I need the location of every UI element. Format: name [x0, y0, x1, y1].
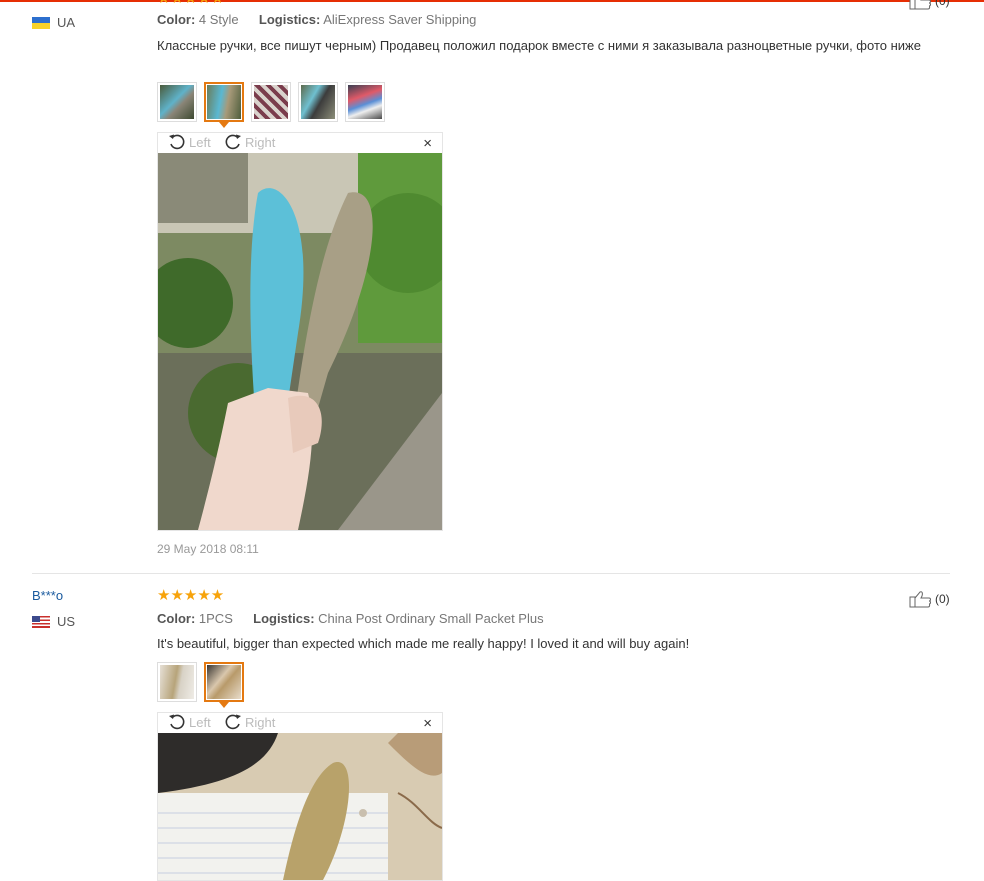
review-photo-image: [158, 153, 442, 530]
rotate-left-button[interactable]: Left: [168, 713, 211, 731]
country-code: US: [57, 614, 76, 629]
logistics-value: China Post Ordinary Small Packet Plus: [318, 611, 544, 626]
photo-thumbnail[interactable]: [157, 82, 197, 122]
review-text: It's beautiful, bigger than expected whi…: [157, 636, 690, 651]
photo-thumbnail[interactable]: [251, 82, 291, 122]
like-button[interactable]: (0): [909, 0, 950, 10]
photo-viewer-toolbar: Left Right ×: [158, 133, 442, 153]
photo-thumbnail[interactable]: [345, 82, 385, 122]
color-value: 1PCS: [198, 611, 233, 626]
rotate-left-icon: [169, 714, 185, 730]
rotate-right-label: Right: [245, 714, 276, 730]
rotate-left-icon: [169, 134, 185, 150]
like-count: (0): [935, 0, 950, 8]
like-count: (0): [935, 592, 950, 606]
review-item: B***o US ★★★★★ Color: 1PCS Logistics: Ch…: [0, 574, 984, 881]
rotate-left-label: Left: [189, 134, 211, 150]
reviewer-country: UA: [32, 15, 75, 30]
close-viewer-button[interactable]: ×: [423, 716, 432, 731]
close-viewer-button[interactable]: ×: [423, 136, 432, 151]
photo-viewer-toolbar: Left Right ×: [158, 713, 442, 733]
star-rating: ★★★★★: [157, 0, 224, 6]
logistics-value: AliExpress Saver Shipping: [323, 12, 477, 27]
review-text: Классные ручки, все пишут черным) Продав…: [157, 38, 921, 53]
photo-viewer: Left Right ×: [157, 132, 443, 531]
usa-flag-icon: [32, 615, 50, 628]
rotate-right-button[interactable]: Right: [224, 713, 275, 731]
review-date: 29 May 2018 08:11: [157, 542, 259, 556]
like-button[interactable]: (0): [909, 590, 950, 608]
rotate-left-label: Left: [189, 714, 211, 730]
color-value: 4 Style: [198, 12, 239, 27]
color-label: Color:: [157, 12, 196, 27]
photo-thumbnail-selected[interactable]: [204, 662, 244, 708]
review-photo-image: [158, 733, 442, 880]
rotate-right-icon: [225, 134, 241, 150]
thumbs-up-icon: [909, 0, 931, 10]
photo-viewer: Left Right ×: [157, 712, 443, 881]
rotate-left-button[interactable]: Left: [168, 133, 211, 151]
rotate-right-button[interactable]: Right: [224, 133, 275, 151]
country-code: UA: [57, 15, 76, 30]
photo-thumbnails: [157, 82, 392, 128]
order-info: Color: 1PCS Logistics: China Post Ordina…: [157, 611, 544, 626]
ukraine-flag-icon: [32, 16, 50, 29]
thumbs-up-icon: [909, 591, 931, 608]
reviewer-country: US: [32, 614, 75, 629]
rotate-right-label: Right: [245, 134, 276, 150]
review-photo: [158, 153, 442, 530]
photo-thumbnail-selected[interactable]: [204, 82, 244, 128]
review-item: UA ★★★★★ Color: 4 Style Logistics: AliEx…: [0, 0, 984, 574]
order-info: Color: 4 Style Logistics: AliExpress Sav…: [157, 12, 476, 27]
photo-thumbnails: [157, 662, 251, 708]
review-photo: [158, 733, 442, 880]
photo-thumbnail[interactable]: [157, 662, 197, 702]
color-label: Color:: [157, 611, 196, 626]
photo-thumbnail[interactable]: [298, 82, 338, 122]
logistics-label: Logistics:: [258, 12, 321, 27]
rotate-right-icon: [225, 714, 241, 730]
logistics-label: Logistics:: [253, 611, 315, 626]
reviewer-name[interactable]: B***o: [32, 588, 63, 603]
star-rating: ★★★★★: [157, 587, 225, 604]
